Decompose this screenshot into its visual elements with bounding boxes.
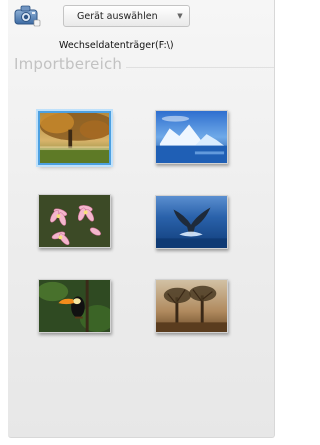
thumbnail-savanna-trees[interactable] — [155, 279, 228, 333]
import-area-title: Importbereich — [14, 55, 123, 73]
chevron-down-icon: ▼ — [177, 12, 183, 20]
thumbnail-toucan[interactable] — [38, 279, 111, 333]
thumbnail-autumn-tree[interactable] — [38, 111, 111, 165]
device-select-label: Gerät auswählen — [77, 10, 158, 22]
thumbnail-whale-tail[interactable] — [155, 195, 228, 249]
device-path-label: Wechseldatenträger(F:\) — [59, 40, 174, 51]
thumbnail-frangipani[interactable] — [38, 194, 111, 248]
section-divider — [126, 67, 274, 68]
import-panel: Gerät auswählen ▼ Wechseldatenträger(F:\… — [8, 0, 275, 438]
device-select-dropdown[interactable]: Gerät auswählen ▼ — [63, 5, 190, 27]
thumbnail-icebergs[interactable] — [155, 110, 228, 164]
camera-device-icon[interactable] — [12, 2, 42, 28]
